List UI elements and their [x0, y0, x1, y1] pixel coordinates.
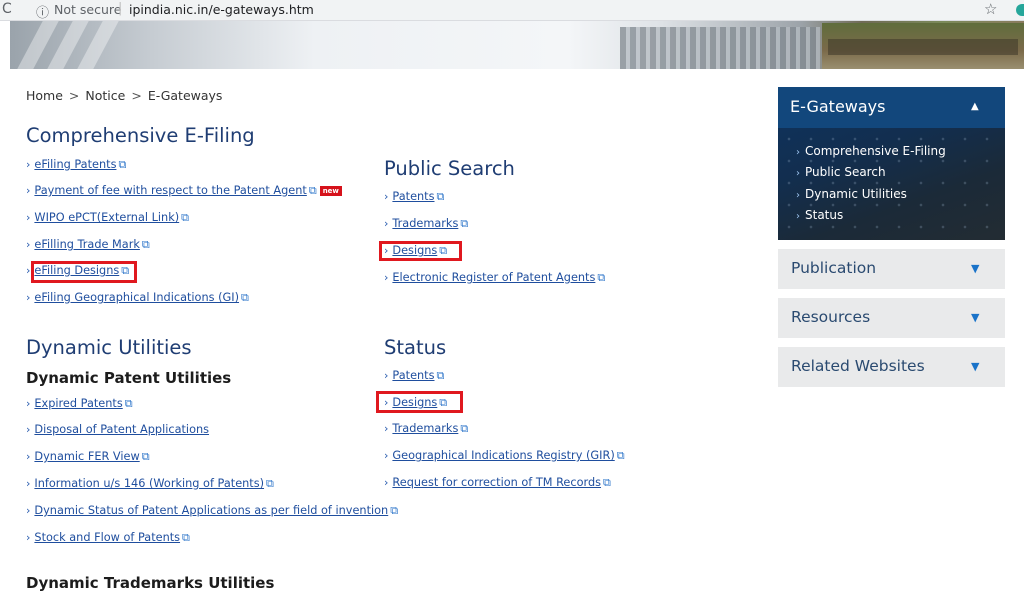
link-stock-flow-patents[interactable]: › Stock and Flow of Patents ⧉ [26, 530, 190, 546]
chevron-down-icon: ▼ [971, 262, 980, 275]
address-separator: | [118, 1, 123, 16]
external-link-icon: ⧉ [436, 190, 445, 203]
bookmark-star-icon[interactable]: ☆ [984, 0, 997, 18]
public-search-heading: Public Search [384, 157, 515, 180]
sidebar-item-status[interactable]: › Status [796, 208, 843, 222]
link-dynamic-status-field[interactable]: › Dynamic Status of Patent Applications a… [26, 503, 398, 519]
new-badge: new [319, 186, 342, 196]
comprehensive-efiling-heading: Comprehensive E-Filing [26, 124, 255, 147]
external-link-icon: ⧉ [308, 184, 317, 197]
sidebar-resources[interactable]: Resources ▼ [778, 298, 1005, 338]
breadcrumb-separator: > [131, 88, 142, 103]
external-link-icon: ⧉ [241, 291, 249, 304]
dynamic-patent-utilities-subheading: Dynamic Patent Utilities [26, 369, 232, 387]
external-link-icon: ⧉ [597, 271, 606, 284]
external-link-icon: ⧉ [181, 211, 190, 224]
sidebar-publication-label: Publication [791, 259, 877, 277]
link-status-trademarks[interactable]: › Trademarks ⧉ [384, 421, 468, 437]
external-link-icon: ⧉ [141, 238, 150, 251]
dynamic-utilities-heading: Dynamic Utilities [26, 336, 192, 359]
breadcrumb-current: E-Gateways [147, 88, 223, 103]
external-link-icon: ⧉ [603, 476, 611, 489]
link-search-patents[interactable]: › Patents ⧉ [384, 189, 444, 205]
breadcrumb-separator: > [68, 88, 80, 103]
external-link-icon: ⧉ [118, 158, 127, 171]
chevron-down-icon: ▼ [971, 311, 980, 324]
link-search-trademarks[interactable]: › Trademarks ⧉ [384, 216, 468, 232]
sidebar-publication[interactable]: Publication ▼ [778, 249, 1005, 289]
dynamic-trademarks-utilities-subheading: Dynamic Trademarks Utilities [26, 574, 275, 592]
sidebar-related-websites-label: Related Websites [791, 357, 925, 375]
external-link-icon: ⧉ [436, 369, 445, 382]
link-efiling-patents[interactable]: › eFiling Patents ⧉ [26, 157, 126, 173]
banner-caption-strip [828, 39, 1018, 55]
sidebar-item-public-search[interactable]: › Public Search [796, 165, 886, 179]
address-bar[interactable]: ipindia.nic.in/e-gateways.htm [129, 2, 314, 17]
header-banner [10, 21, 1024, 69]
security-label[interactable]: Not secure [54, 2, 121, 17]
link-status-patents[interactable]: › Patents ⧉ [384, 368, 444, 384]
extension-icon[interactable] [1016, 4, 1024, 16]
highlight-box-efiling-designs [31, 261, 137, 283]
sidebar-egateways-header[interactable]: E-Gateways ▲ [778, 87, 1005, 128]
sidebar-egateways-panel: E-Gateways ▲ › Comprehensive E-Filing › Pu… [778, 87, 1005, 240]
highlight-box-search-designs [379, 241, 462, 261]
link-disposal-patent-applications[interactable]: › Disposal of Patent Applications [26, 422, 209, 438]
sidebar-resources-label: Resources [791, 308, 871, 326]
external-link-icon: ⧉ [266, 477, 274, 490]
status-heading: Status [384, 336, 447, 359]
browser-toolbar: C ⓘ Not secure | ipindia.nic.in/e-gatewa… [0, 0, 1024, 21]
link-information-146[interactable]: › Information u/s 146 (Working of Patents… [26, 476, 274, 492]
sidebar-item-comprehensive-efiling[interactable]: › Comprehensive E-Filing [796, 144, 946, 158]
link-status-gir[interactable]: › Geographical Indications Registry (GIR)… [384, 448, 625, 464]
link-request-correction-tm[interactable]: › Request for correction of TM Records ⧉ [384, 475, 611, 491]
external-link-icon: ⧉ [616, 449, 625, 462]
highlight-box-status-designs [376, 391, 463, 413]
chevron-down-icon: ▼ [971, 360, 980, 373]
banner-building-image [620, 27, 820, 69]
external-link-icon: ⧉ [390, 504, 399, 517]
link-expired-patents[interactable]: › Expired Patents ⧉ [26, 396, 133, 412]
external-link-icon: ⧉ [124, 397, 133, 410]
reload-icon[interactable]: C [2, 1, 12, 17]
info-icon[interactable]: ⓘ [36, 2, 49, 21]
link-wipo-epct[interactable]: › WIPO ePCT(External Link) ⧉ [26, 210, 189, 226]
external-link-icon: ⧉ [460, 422, 469, 435]
link-register-patent-agents[interactable]: › Electronic Register of Patent Agents ⧉ [384, 270, 605, 286]
sidebar-egateways-title: E-Gateways [790, 97, 886, 116]
breadcrumb: Home > Notice > E-Gateways [26, 88, 222, 103]
link-efilling-trade-mark[interactable]: › eFilling Trade Mark ⧉ [26, 237, 150, 253]
link-efiling-gi[interactable]: › eFiling Geographical Indications (GI) ⧉ [26, 290, 249, 306]
external-link-icon: ⧉ [460, 217, 469, 230]
external-link-icon: ⧉ [141, 450, 150, 463]
breadcrumb-notice[interactable]: Notice [85, 88, 125, 103]
breadcrumb-home[interactable]: Home [26, 88, 63, 103]
sidebar-related-websites[interactable]: Related Websites ▼ [778, 347, 1005, 387]
link-dynamic-fer-view[interactable]: › Dynamic FER View ⧉ [26, 449, 150, 465]
link-payment-patent-agent[interactable]: › Payment of fee with respect to the Pate… [26, 183, 342, 199]
sidebar-item-dynamic-utilities[interactable]: › Dynamic Utilities [796, 187, 907, 201]
chevron-up-icon: ▲ [971, 101, 979, 112]
external-link-icon: ⧉ [182, 531, 190, 544]
